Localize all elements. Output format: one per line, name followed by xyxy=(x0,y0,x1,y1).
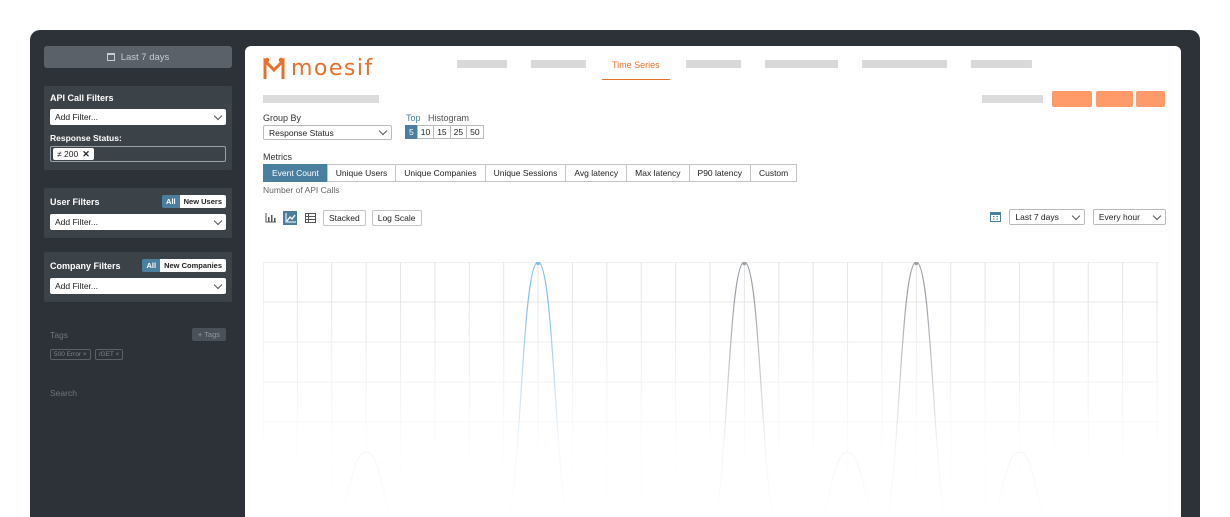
metric-max-latency[interactable]: Max latency xyxy=(626,164,690,182)
metric-description: Number of API Calls xyxy=(263,185,340,195)
chevron-down-icon xyxy=(1152,211,1162,220)
log-scale-button[interactable]: Log Scale xyxy=(371,210,422,226)
company-all-toggle[interactable]: All xyxy=(142,259,161,272)
user-add-filter-text: Add Filter... xyxy=(55,217,98,227)
nav-tab-placeholder[interactable] xyxy=(764,60,838,68)
nav-tab-placeholder[interactable] xyxy=(685,60,741,68)
chevron-down-icon xyxy=(213,111,223,120)
status-chip: ≠ 200 ✕ xyxy=(53,148,94,160)
user-all-toggle[interactable]: All xyxy=(162,195,180,208)
top-option[interactable]: 50 xyxy=(466,125,484,139)
top-option[interactable]: 15 xyxy=(433,125,451,139)
tag-list: 500 Error × /GET × xyxy=(44,349,232,360)
moesif-logo-icon xyxy=(263,56,285,79)
api-call-filters-panel: API Call Filters Add Filter... Response … xyxy=(44,86,232,170)
histogram-toggle[interactable]: Histogram xyxy=(428,113,469,123)
page-title-placeholder xyxy=(263,95,379,103)
chevron-down-icon xyxy=(378,126,388,136)
tags-title: Tags xyxy=(50,329,68,340)
time-range-toolbar: Last 7 days Every hour xyxy=(990,209,1166,225)
metric-custom[interactable]: Custom xyxy=(749,164,798,182)
metric-event-count[interactable]: Event Count xyxy=(263,164,328,182)
user-filter-toggle: All New Users xyxy=(162,195,226,208)
data-point xyxy=(536,262,540,266)
calendar-icon xyxy=(106,53,115,61)
user-new-toggle[interactable]: New Users xyxy=(179,195,226,208)
bar-chart-icon[interactable] xyxy=(263,211,277,225)
metric-unique-sessions[interactable]: Unique Sessions xyxy=(484,164,567,182)
nav-tab-placeholder[interactable] xyxy=(531,60,586,68)
company-filter-toggle: All New Companies xyxy=(142,259,226,272)
chevron-down-icon xyxy=(1071,211,1081,220)
date-range-button[interactable]: Last 7 days xyxy=(44,46,232,68)
time-series-chart xyxy=(263,262,1159,517)
top-option[interactable]: 10 xyxy=(416,125,435,139)
metrics-selector: Event Count Unique Users Unique Companie… xyxy=(263,164,798,182)
app-frame: Last 7 days API Call Filters Add Filter.… xyxy=(30,30,1200,517)
metric-unique-companies[interactable]: Unique Companies xyxy=(395,164,486,182)
data-point xyxy=(742,262,747,266)
tab-time-series[interactable]: Time Series xyxy=(602,60,670,80)
user-add-filter-select[interactable]: Add Filter... xyxy=(50,214,226,230)
date-range-label: Last 7 days xyxy=(120,51,170,63)
nav-tab-placeholder[interactable] xyxy=(970,60,1032,68)
data-point xyxy=(914,262,919,266)
response-status-label: Response Status: xyxy=(50,133,122,143)
company-add-filter-text: Add Filter... xyxy=(55,281,98,291)
group-by-label: Group By xyxy=(263,113,302,123)
search-label: Search xyxy=(50,388,77,398)
group-by-select[interactable]: Response Status xyxy=(263,125,392,140)
company-new-toggle[interactable]: New Companies xyxy=(160,259,226,272)
tags-section: Tags + Tags xyxy=(44,328,232,341)
api-call-filters-title: API Call Filters xyxy=(50,93,114,103)
main-card: moesif Time Series Group By Response Sta… xyxy=(245,46,1181,517)
metric-p90-latency[interactable]: P90 latency xyxy=(688,164,751,182)
metrics-label: Metrics xyxy=(263,152,292,162)
header-action-button[interactable] xyxy=(1136,91,1165,107)
tag-chip[interactable]: /GET × xyxy=(94,349,124,360)
interval-select[interactable]: Every hour xyxy=(1092,209,1166,225)
nav-tab-placeholder[interactable] xyxy=(457,60,507,68)
line-chart-icon[interactable] xyxy=(283,211,297,225)
top-option[interactable]: 25 xyxy=(449,125,468,139)
nav-tab-placeholder[interactable] xyxy=(861,60,947,68)
group-by-value: Response Status xyxy=(269,127,334,138)
time-range-value: Last 7 days xyxy=(1015,212,1059,222)
calendar-icon[interactable] xyxy=(990,211,1002,224)
user-filters-panel: User Filters All New Users Add Filter... xyxy=(44,188,232,238)
top-nav: Time Series xyxy=(445,46,1044,80)
header-action-button[interactable] xyxy=(1096,91,1133,107)
moesif-logo: moesif xyxy=(263,56,374,81)
interval-value: Every hour xyxy=(1098,212,1140,222)
close-icon[interactable]: ✕ xyxy=(82,149,90,160)
chart-type-toolbar: Stacked Log Scale xyxy=(263,210,422,226)
filter-sidebar: Last 7 days API Call Filters Add Filter.… xyxy=(44,46,232,398)
header-action-button[interactable] xyxy=(1052,91,1092,107)
metric-avg-latency[interactable]: Avg latency xyxy=(565,164,628,182)
top-n-selector: 5 10 15 25 50 xyxy=(405,125,484,139)
top-toggle[interactable]: Top xyxy=(406,113,421,123)
api-add-filter-text: Add Filter... xyxy=(55,112,98,122)
company-filters-panel: Company Filters All New Companies Add Fi… xyxy=(44,252,232,302)
metric-unique-users[interactable]: Unique Users xyxy=(326,164,397,182)
company-filters-title: Company Filters xyxy=(50,260,121,271)
chevron-down-icon xyxy=(213,216,223,225)
status-chip-text: ≠ 200 xyxy=(57,149,79,159)
time-range-select[interactable]: Last 7 days xyxy=(1009,209,1085,225)
tag-chip[interactable]: 500 Error × xyxy=(50,349,91,360)
table-view-icon[interactable] xyxy=(303,211,317,225)
chevron-down-icon xyxy=(213,280,223,289)
api-add-filter-select[interactable]: Add Filter... xyxy=(50,109,226,125)
header-text-placeholder xyxy=(982,95,1043,103)
company-add-filter-select[interactable]: Add Filter... xyxy=(50,278,226,294)
user-filters-title: User Filters xyxy=(50,196,100,207)
logo-text: moesif xyxy=(291,56,374,81)
add-tags-button[interactable]: + Tags xyxy=(191,328,226,341)
response-status-field[interactable]: ≠ 200 ✕ xyxy=(50,146,226,162)
stacked-button[interactable]: Stacked xyxy=(323,210,366,226)
